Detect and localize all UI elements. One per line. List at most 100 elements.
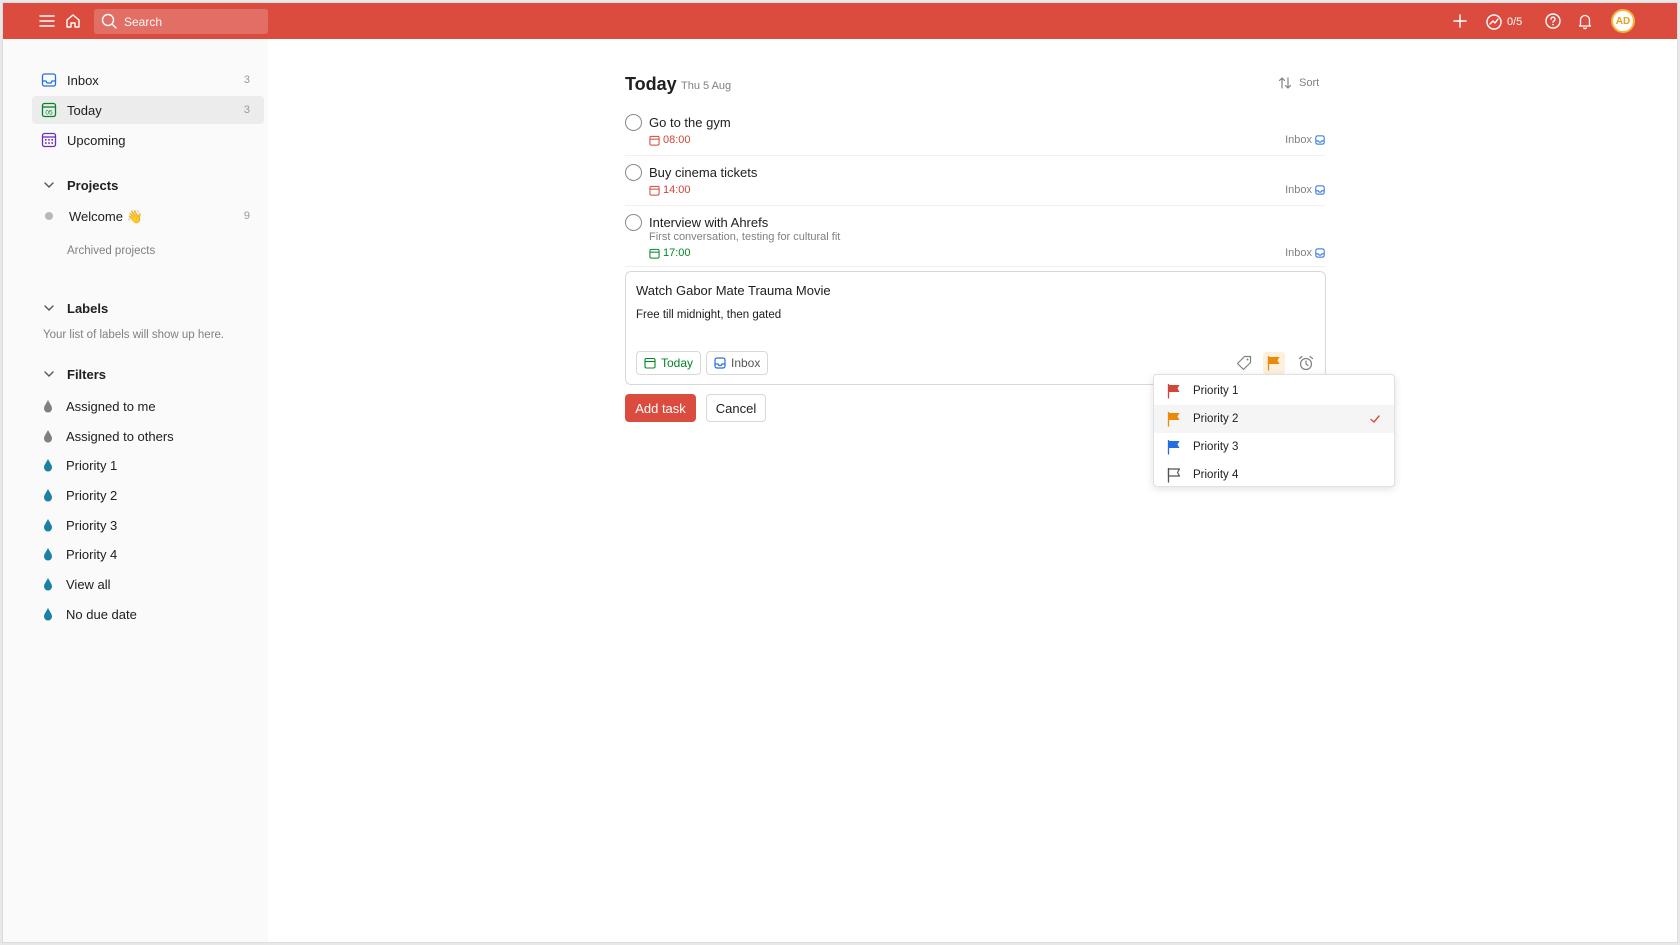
filter-label: Priority 4 [66,546,118,562]
task-name: Interview with Ahrefs [649,215,769,230]
priority-option-3[interactable]: Priority 3 [1154,433,1394,461]
help-icon[interactable] [1541,9,1565,33]
priority-option-label: Priority 1 [1193,385,1239,397]
sort-icon [1278,77,1292,89]
task-name: Go to the gym [649,115,731,130]
add-task-button[interactable]: Add task [625,394,696,422]
task-item[interactable]: Go to the gym 08:00 Inbox [625,114,1325,156]
filter-assigned-to-others[interactable]: Assigned to others [41,425,174,447]
filter-drop-icon [44,548,52,561]
search-input[interactable] [124,9,264,34]
filter-priority-2[interactable]: Priority 2 [41,484,117,506]
archived-projects-link[interactable]: Archived projects [67,245,155,257]
filter-priority-3[interactable]: Priority 3 [41,514,117,536]
flag-p3-icon [1167,439,1180,455]
sort-label: Sort [1299,77,1320,89]
filter-label: Priority 1 [66,457,118,473]
task-item[interactable]: Buy cinema tickets 14:00 Inbox [625,164,1325,206]
labels-empty-text: Your list of labels will show up here. [43,329,225,341]
sidebar: Inbox 3 05 Today 3 Upcoming Projects Wel… [3,39,268,942]
priority-flag-icon[interactable] [1263,352,1285,374]
productivity-icon [1486,14,1502,30]
checkmark-icon [1370,415,1380,423]
search-box[interactable] [94,9,268,34]
priority-menu: Priority 1 Priority 2 Priority 3 Priorit… [1153,374,1395,487]
priority-option-4[interactable]: Priority 4 [1154,461,1394,489]
filter-priority-4[interactable]: Priority 4 [41,543,117,565]
chevron-down-icon [44,305,54,311]
filter-drop-icon [44,608,52,621]
task-project[interactable]: Inbox [1285,247,1325,259]
notification-bell-icon[interactable] [1573,9,1597,33]
calendar-icon [649,135,660,146]
sidebar-item-count: 3 [243,74,250,86]
home-icon[interactable] [61,9,85,33]
filter-label: Assigned to others [66,428,174,444]
filter-label: No due date [66,606,137,622]
sort-button[interactable]: Sort [1277,75,1319,91]
task-due[interactable]: 08:00 [649,134,691,146]
sidebar-item-label: Inbox [67,73,99,88]
project-dot-icon [45,212,53,220]
calendar-upcoming-icon [41,132,57,148]
task-due[interactable]: 14:00 [649,184,691,196]
task-checkbox[interactable] [625,114,642,131]
add-icon[interactable] [1448,9,1472,33]
inbox-icon [1315,185,1325,195]
filter-drop-icon [44,578,52,591]
project-item-welcome[interactable]: Welcome 👋 9 [32,202,264,230]
labels-section-toggle[interactable]: Labels [41,298,108,318]
calendar-icon [644,357,656,369]
sidebar-item-upcoming[interactable]: Upcoming [32,126,264,154]
inbox-icon [714,357,726,369]
labels-heading: Labels [67,300,109,316]
inbox-icon [1315,135,1325,145]
sidebar-item-count: 3 [243,104,250,116]
sidebar-item-inbox[interactable]: Inbox 3 [32,66,264,94]
menu-icon[interactable] [35,9,59,33]
filter-no-due-date[interactable]: No due date [41,603,137,625]
task-description-input[interactable]: Free till midnight, then gated [636,309,781,321]
priority-option-1[interactable]: Priority 1 [1154,377,1394,405]
task-due[interactable]: 17:00 [649,247,691,259]
page-date: Thu 5 Aug [681,80,732,92]
task-item[interactable]: Interview with Ahrefs First conversation… [625,214,1325,267]
chevron-down-icon [44,182,54,188]
inbox-icon [41,73,57,87]
search-icon [100,12,118,35]
task-name-input[interactable]: Watch Gabor Mate Trauma Movie [636,283,831,298]
task-checkbox[interactable] [625,214,642,231]
project-chip[interactable]: Inbox [706,351,769,375]
calendar-day-number: 05 [45,110,53,117]
due-date-chip[interactable]: Today [636,351,702,375]
project-chip-label: Inbox [731,356,761,370]
projects-heading: Projects [67,177,119,193]
task-checkbox[interactable] [625,164,642,181]
filters-section-toggle[interactable]: Filters [41,364,106,384]
filter-drop-icon [44,459,52,472]
productivity-button[interactable]: 0/5 [1485,10,1522,34]
priority-option-2[interactable]: Priority 2 [1154,405,1394,433]
filter-priority-1[interactable]: Priority 1 [41,454,117,476]
label-tag-icon[interactable] [1233,352,1255,374]
filter-label: View all [66,576,111,592]
project-count: 9 [243,210,250,222]
app-window: 0/5 AD Inbox 3 05 Today 3 Upcoming Proje… [2,2,1678,943]
sidebar-item-label: Upcoming [67,133,126,148]
avatar[interactable]: AD [1611,9,1635,33]
filter-label: Priority 2 [66,487,118,503]
karma-count: 0/5 [1507,16,1523,28]
inbox-icon [1315,248,1325,258]
projects-section-toggle[interactable]: Projects [41,175,118,195]
flag-p1-icon [1167,383,1180,399]
task-project[interactable]: Inbox [1285,134,1325,146]
sidebar-item-today[interactable]: 05 Today 3 [32,96,264,124]
cancel-button[interactable]: Cancel [706,394,766,422]
task-project-label: Inbox [1285,247,1312,259]
task-project-label: Inbox [1285,184,1312,196]
task-project[interactable]: Inbox [1285,184,1325,196]
calendar-icon [649,185,660,196]
filter-view-all[interactable]: View all [41,573,111,595]
filter-assigned-to-me[interactable]: Assigned to me [41,395,156,417]
reminder-alarm-icon[interactable] [1295,352,1317,374]
